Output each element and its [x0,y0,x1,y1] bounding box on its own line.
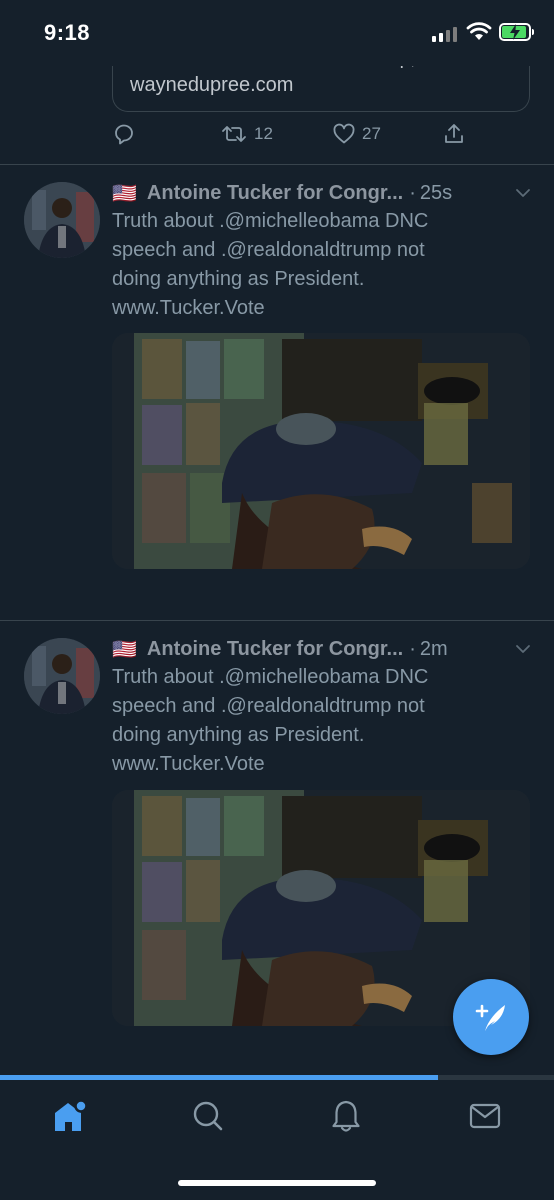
author-name[interactable]: Antoine Tucker for Congr... [147,182,403,205]
reply-icon [115,124,133,145]
us-flag-icon: 🇺🇸 [112,182,137,205]
tweet-text: Truth about .@michelleobama DNC speech a… [112,207,532,323]
tab-home[interactable] [39,1094,99,1138]
tweet-text: Truth about .@michelleobama DNC speech a… [112,663,532,779]
compose-tweet-button[interactable] [453,979,529,1055]
us-flag-icon: 🇺🇸 [112,638,137,661]
share-button[interactable] [442,122,466,146]
share-icon [445,124,463,143]
author-name[interactable]: Antoine Tucker for Congr... [147,638,403,661]
status-time: 9:18 [44,20,91,45]
home-icon [55,1099,88,1131]
chevron-down-icon[interactable] [514,640,532,658]
bell-icon [332,1100,360,1132]
like-count: 27 [362,124,381,143]
tweet-video[interactable] [112,333,530,569]
tab-notifications[interactable] [316,1094,376,1138]
tweet-text-line: Truth about .@michelleobama DNC [112,666,429,688]
compose-feather-icon [475,1004,505,1031]
tweet-text-line[interactable]: www.Tucker.Vote [112,294,532,323]
home-indicator [178,1180,376,1186]
tab-search[interactable] [178,1094,238,1138]
tweet-text-line: Truth about .@michelleobama DNC [112,210,429,232]
status-bar: 9:18 [0,0,554,66]
heart-icon [333,123,355,144]
like-button[interactable]: 27 [332,122,381,146]
retweet-count: 12 [254,124,273,143]
retweet-icon [222,126,246,142]
tweet-text-line: doing anything as President. [112,268,365,290]
tweet[interactable]: 🇺🇸 Antoine Tucker for Congr... · 25s Tru… [0,165,554,620]
tweet-header: 🇺🇸 Antoine Tucker for Congr... · 2m [112,636,532,662]
wifi-icon [466,22,492,40]
tweet-time: 25s [419,181,453,204]
retweet-button[interactable]: 12 [220,122,273,146]
previous-tweet-actions: 12 27 [0,122,554,152]
avatar[interactable] [24,182,100,258]
tweet-time: 2m [419,637,448,660]
cellular-signal-icon [432,26,457,42]
link-card-domain: waynedupree.com [130,74,294,96]
avatar[interactable] [24,638,100,714]
tweet-header: 🇺🇸 Antoine Tucker for Congr... · 25s [112,180,532,206]
video-progress-bar [0,1075,554,1080]
search-icon [193,1101,223,1131]
tab-messages[interactable] [455,1094,515,1138]
separator-dot: · [409,181,416,204]
video-progress-fill [0,1075,438,1080]
chevron-down-icon[interactable] [514,184,532,202]
tweet-text-line: speech and .@realdonaldtrump not [112,239,425,261]
envelope-icon [469,1103,501,1129]
reply-button[interactable] [112,122,136,146]
separator-dot: · [409,637,416,660]
tweet-text-line: speech and .@realdonaldtrump not [112,695,425,717]
battery-icon [499,23,534,41]
tweet-text-line: doing anything as President. [112,724,365,746]
tweet-text-line[interactable]: www.Tucker.Vote [112,750,532,779]
